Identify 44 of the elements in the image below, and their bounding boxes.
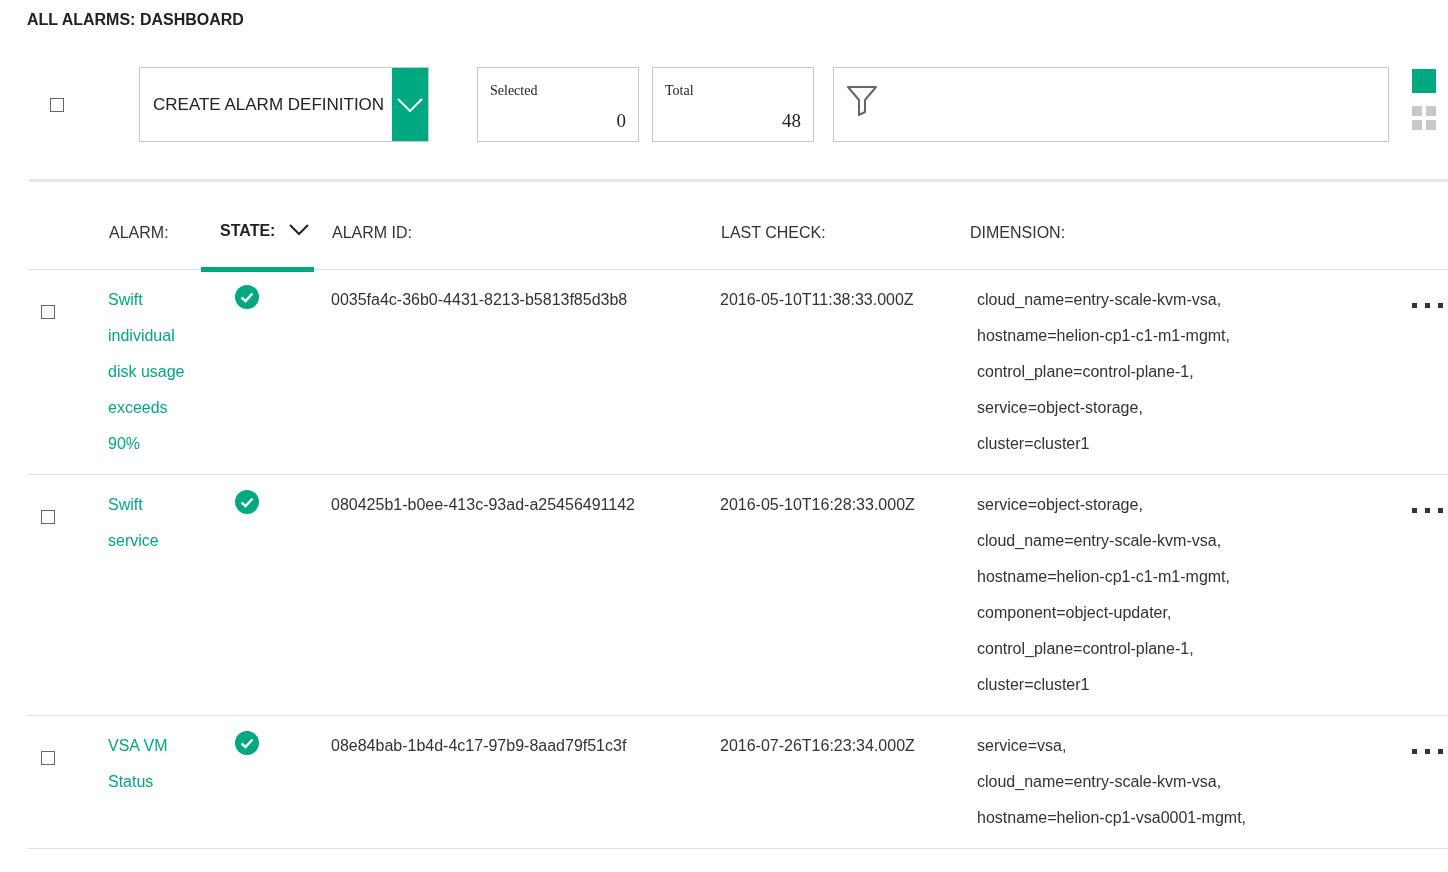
dimension-value: cluster=cluster1 — [977, 434, 1091, 454]
dimension-value: cluster=cluster1 — [977, 675, 1091, 695]
chevron-down-icon — [289, 224, 310, 236]
dimension-value: cloud_name=entry-scale-kvm-vsa, — [977, 772, 1223, 792]
dimension-value: hostname=helion-cp1-vsa0001-mgmt, — [977, 808, 1248, 828]
alarm-id: 080425b1-b0ee-413c-93ad-a25456491142 — [331, 496, 635, 513]
checkbox[interactable] — [41, 305, 55, 319]
checkbox[interactable] — [41, 510, 55, 524]
checkbox[interactable] — [41, 751, 55, 765]
counter-label: Selected — [490, 83, 538, 99]
last-check-time: 2016-07-26T16:23:34.000Z — [720, 737, 915, 754]
dimension-value: hostname=helion-cp1-c1-m1-mgmt, — [977, 567, 1231, 587]
filter-icon[interactable] — [846, 84, 878, 116]
dimension-value: service=vsa, — [977, 736, 1068, 756]
dimension-value: service=object-storage, — [977, 398, 1144, 418]
check-circle-icon — [235, 285, 259, 309]
column-header[interactable]: STATE: — [201, 182, 314, 272]
column-header[interactable]: DIMENSION: — [963, 182, 1400, 269]
column-header[interactable]: ALARM ID: — [314, 182, 713, 269]
dimension-value: control_plane=control-plane-1, — [977, 362, 1195, 382]
last-check-time: 2016-05-10T11:38:33.000Z — [720, 291, 914, 308]
column-header[interactable]: ALARM: — [101, 182, 201, 269]
more-options-icon[interactable] — [1412, 508, 1444, 514]
checkbox[interactable] — [50, 97, 64, 112]
counter-label: Total — [665, 83, 694, 99]
page-title: ALL ALARMS: DASHBOARD — [27, 10, 245, 29]
last-check-time: 2016-05-10T16:28:33.000Z — [720, 496, 915, 513]
dimension-value: cloud_name=entry-scale-kvm-vsa, — [977, 531, 1223, 551]
dimension-value: service=object-storage, — [977, 495, 1144, 515]
dimension-value: control_plane=control-plane-1, — [977, 639, 1195, 659]
alarm-id: 08e84bab-1b4d-4c17-97b9-8aad79f51c3f — [331, 737, 627, 754]
dimension-value: component=object-updater, — [977, 603, 1173, 623]
dimension-value: cloud_name=entry-scale-kvm-vsa, — [977, 290, 1223, 310]
check-circle-icon — [235, 731, 259, 755]
chevron-down-icon — [397, 97, 423, 112]
more-options-icon[interactable] — [1412, 749, 1444, 755]
alarm-id: 0035fa4c-36b0-4431-8213-b5813f85d3b8 — [331, 291, 628, 308]
column-header[interactable]: LAST CHECK: — [713, 182, 963, 269]
counter-value: 48 — [782, 110, 801, 132]
check-circle-icon — [235, 490, 259, 514]
dimension-value: hostname=helion-cp1-c1-m1-mgmt, — [977, 326, 1231, 346]
more-options-icon[interactable] — [1412, 303, 1444, 309]
counter-value: 0 — [616, 110, 626, 132]
create-alarm-definition-button[interactable]: CREATE ALARM DEFINITION — [139, 67, 429, 142]
